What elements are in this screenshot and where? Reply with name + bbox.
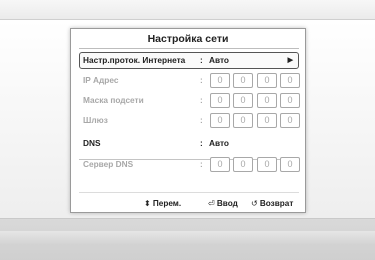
subnet-mask-row: Маска подсети : 0 0 0 0 [79, 92, 300, 109]
title-divider [79, 48, 299, 49]
network-settings-dialog: Настройка сети Настр.проток. Интернета :… [70, 28, 306, 213]
enter-icon: ⏎ [208, 199, 215, 208]
screen-bottom-band [0, 219, 375, 260]
ip-octet-3: 0 [257, 73, 277, 88]
row-colon: : [200, 95, 203, 105]
internet-protocol-label: Настр.проток. Интернета [83, 55, 186, 65]
gateway-octet-3: 0 [257, 113, 277, 128]
subnet-octet-4: 0 [280, 93, 300, 108]
dns-server-label: Сервер DNS [83, 159, 134, 169]
dns-octet-2: 0 [233, 157, 253, 172]
dns-mode-value: Авто [209, 138, 230, 148]
footer-divider [79, 192, 299, 193]
gateway-row: Шлюз : 0 0 0 0 [79, 112, 300, 129]
return-hint[interactable]: ↺ Возврат [251, 196, 293, 212]
ip-octet-4: 0 [280, 73, 300, 88]
return-icon: ↺ [251, 199, 258, 208]
dns-server-row: Сервер DNS : 0 0 0 0 [79, 156, 300, 173]
bottom-strip [0, 231, 375, 245]
ip-octet-1: 0 [210, 73, 230, 88]
ip-address-row: IP Адрес : 0 0 0 0 [79, 72, 300, 89]
gateway-octet-2: 0 [233, 113, 253, 128]
subnet-octet-3: 0 [257, 93, 277, 108]
row-colon: : [200, 75, 203, 85]
row-colon: : [200, 55, 203, 65]
row-colon: : [200, 159, 203, 169]
dns-octet-1: 0 [210, 157, 230, 172]
dns-mode-row[interactable]: DNS : Авто [79, 135, 299, 152]
subnet-mask-label: Маска подсети [83, 95, 144, 105]
return-label: Возврат [259, 199, 294, 208]
gateway-label: Шлюз [83, 115, 108, 125]
row-colon: : [200, 115, 203, 125]
dns-mode-label: DNS [83, 138, 101, 148]
dns-octet-3: 0 [257, 157, 277, 172]
row-colon: : [200, 138, 203, 148]
ip-octet-2: 0 [233, 73, 253, 88]
dns-octet-4: 0 [280, 157, 300, 172]
subnet-octet-1: 0 [210, 93, 230, 108]
screen-top-band [0, 0, 375, 20]
gateway-octet-4: 0 [280, 113, 300, 128]
dialog-title: Настройка сети [147, 33, 229, 45]
gateway-octet-1: 0 [210, 113, 230, 128]
subnet-octet-2: 0 [233, 93, 253, 108]
internet-protocol-row[interactable]: Настр.проток. Интернета : Авто ▶ [79, 52, 299, 69]
ip-address-label: IP Адрес [83, 75, 119, 85]
move-hint: ⬍ Перем. [144, 196, 181, 212]
enter-hint[interactable]: ⏎ Ввод [208, 196, 238, 212]
internet-protocol-value: Авто [209, 55, 230, 65]
enter-label: Ввод [216, 199, 238, 208]
chevron-right-icon[interactable]: ▶ [288, 55, 293, 66]
button-hints: ⬍ Перем. ⏎ Ввод ↺ Возврат [71, 196, 305, 212]
up-down-arrows-icon: ⬍ [144, 199, 151, 208]
move-label: Перем. [152, 199, 182, 208]
